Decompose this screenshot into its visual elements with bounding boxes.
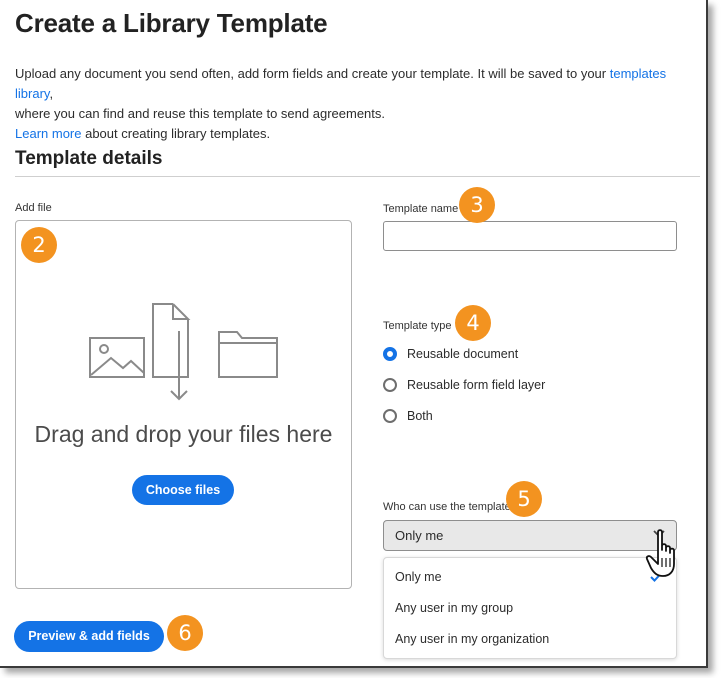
radio-label: Reusable form field layer xyxy=(407,378,546,392)
template-name-input[interactable] xyxy=(383,221,677,251)
who-can-use-label: Who can use the template xyxy=(383,501,511,513)
callout-badge-4: 4 xyxy=(455,305,491,341)
page-title: Create a Library Template xyxy=(15,8,328,38)
section-title: Template details xyxy=(15,148,163,169)
drop-files-text: Drag and drop your files here xyxy=(34,421,333,447)
choose-files-button[interactable]: Choose files xyxy=(132,475,234,505)
learn-more-text: about creating library templates. xyxy=(81,126,271,141)
template-type-label: Template type xyxy=(383,320,452,332)
callout-badge-2: 2 xyxy=(21,227,57,263)
radio-both[interactable]: Both xyxy=(383,407,433,425)
preview-add-fields-button[interactable]: Preview & add fields xyxy=(14,621,164,652)
radio-checked-icon[interactable] xyxy=(383,347,397,361)
select-value: Only me xyxy=(395,528,444,543)
radio-label: Reusable document xyxy=(407,347,519,361)
section-divider xyxy=(15,176,700,177)
radio-reusable-form-field-layer[interactable]: Reusable form field layer xyxy=(383,376,545,394)
dropzone-illustration xyxy=(89,303,278,401)
who-can-use-select[interactable]: Only me xyxy=(383,520,677,551)
intro-text-line2: where you can find and reuse this templa… xyxy=(15,106,385,121)
intro-text-part2: , xyxy=(49,86,54,101)
hand-pointer-cursor-icon xyxy=(645,529,675,577)
file-dropzone[interactable]: Drag and drop your files here Choose fil… xyxy=(15,220,352,589)
document-download-icon xyxy=(152,303,191,401)
template-name-label: Template name xyxy=(383,203,459,215)
intro-text: Upload any document you send often, add … xyxy=(15,64,705,144)
menu-item-only-me[interactable]: Only me xyxy=(395,570,442,584)
folder-icon xyxy=(218,331,278,378)
radio-unchecked-icon[interactable] xyxy=(383,409,397,423)
image-icon xyxy=(89,337,145,378)
add-file-label: Add file xyxy=(15,202,52,214)
callout-badge-3: 3 xyxy=(459,187,495,223)
radio-reusable-document[interactable]: Reusable document xyxy=(383,345,518,363)
callout-badge-6: 6 xyxy=(167,615,203,651)
menu-item-any-user-in-organization[interactable]: Any user in my organization xyxy=(395,632,549,646)
who-can-use-dropdown-menu: Only me Any user in my group Any user in… xyxy=(383,557,677,659)
radio-label: Both xyxy=(407,409,433,423)
intro-text-part1: Upload any document you send often, add … xyxy=(15,66,610,81)
callout-badge-5: 5 xyxy=(506,481,542,517)
menu-item-any-user-in-group[interactable]: Any user in my group xyxy=(395,601,513,615)
learn-more-link[interactable]: Learn more xyxy=(15,126,81,141)
radio-unchecked-icon[interactable] xyxy=(383,378,397,392)
